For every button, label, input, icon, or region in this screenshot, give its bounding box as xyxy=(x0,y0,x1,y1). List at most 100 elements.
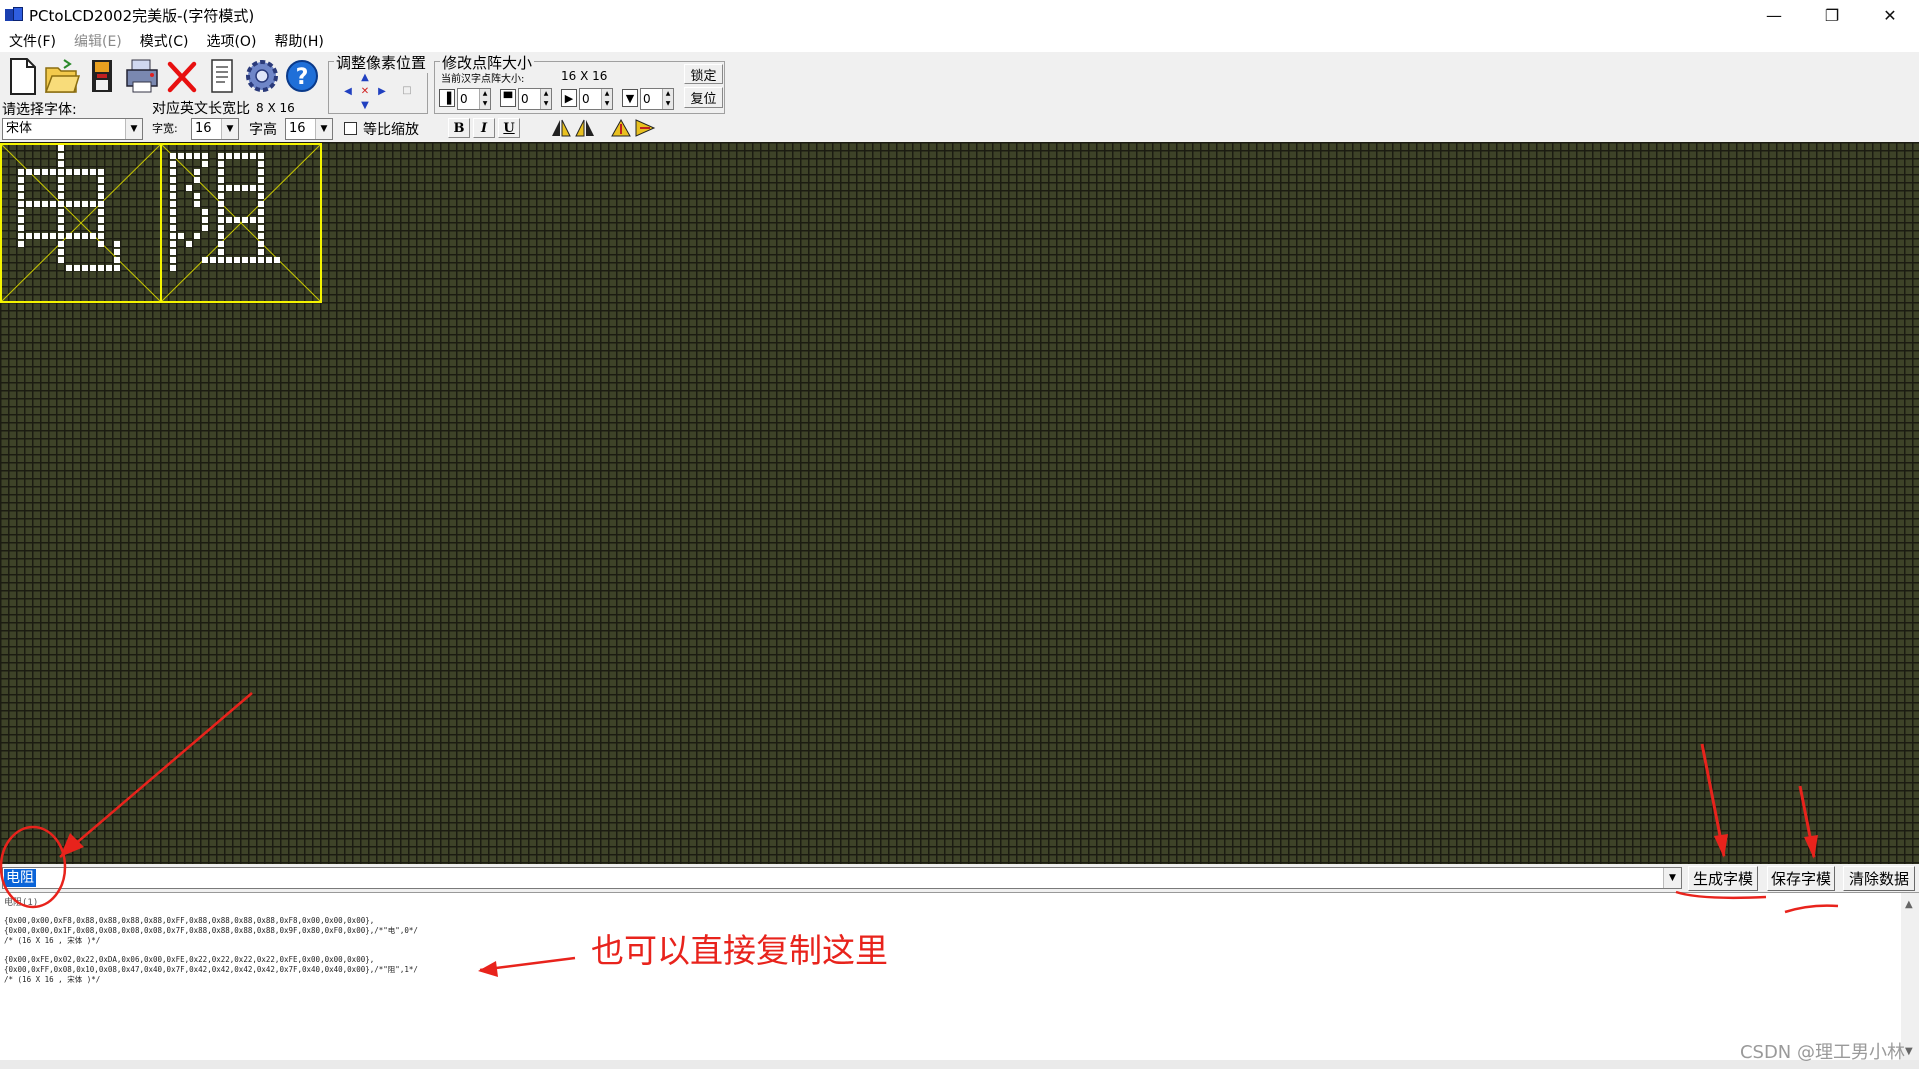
lit-pixel[interactable] xyxy=(170,201,176,207)
lit-pixel[interactable] xyxy=(98,241,104,247)
lit-pixel[interactable] xyxy=(18,193,24,199)
lit-pixel[interactable] xyxy=(42,233,48,239)
lit-pixel[interactable] xyxy=(258,241,264,247)
lit-pixel[interactable] xyxy=(58,209,64,215)
lit-pixel[interactable] xyxy=(234,153,240,159)
lit-pixel[interactable] xyxy=(258,209,264,215)
left-edge-spinner[interactable]: 0 ▲ ▼ xyxy=(457,88,491,110)
lit-pixel[interactable] xyxy=(194,233,200,239)
lit-pixel[interactable] xyxy=(114,257,120,263)
lit-pixel[interactable] xyxy=(234,185,240,191)
lit-pixel[interactable] xyxy=(242,257,248,263)
lit-pixel[interactable] xyxy=(26,169,32,175)
output-textarea[interactable]: 电阻(1) {0x00,0x00,0xF8,0x88,0x88,0x88,0x8… xyxy=(0,892,1919,1069)
lit-pixel[interactable] xyxy=(274,257,280,263)
invert-icon[interactable]: □ xyxy=(400,83,414,97)
lit-pixel[interactable] xyxy=(170,153,176,159)
lit-pixel[interactable] xyxy=(202,209,208,215)
shift-left-icon[interactable]: ◀ xyxy=(341,84,355,98)
menu-mode[interactable]: 模式(C) xyxy=(131,31,198,51)
lit-pixel[interactable] xyxy=(250,185,256,191)
rotate-icon[interactable] xyxy=(634,118,656,142)
lit-pixel[interactable] xyxy=(226,217,232,223)
settings-gear-icon[interactable] xyxy=(243,55,281,97)
lit-pixel[interactable] xyxy=(170,193,176,199)
lit-pixel[interactable] xyxy=(58,153,64,159)
lit-pixel[interactable] xyxy=(218,217,224,223)
lit-pixel[interactable] xyxy=(218,209,224,215)
lit-pixel[interactable] xyxy=(98,193,104,199)
lit-pixel[interactable] xyxy=(98,177,104,183)
lit-pixel[interactable] xyxy=(218,241,224,247)
minimize-button[interactable]: — xyxy=(1745,0,1803,30)
right-edge-spinner[interactable]: 0 ▲ ▼ xyxy=(579,88,613,110)
lit-pixel[interactable] xyxy=(194,193,200,199)
code-block-dian[interactable]: {0x00,0x00,0xF8,0x88,0x88,0x88,0x88,0xFF… xyxy=(4,916,418,946)
flip-vertical-icon[interactable] xyxy=(610,118,632,142)
lit-pixel[interactable] xyxy=(74,233,80,239)
selected-input-text[interactable]: 电阻 xyxy=(4,869,36,887)
flip-horizontal-alt-icon[interactable] xyxy=(574,118,596,142)
lit-pixel[interactable] xyxy=(58,145,64,151)
lit-pixel[interactable] xyxy=(58,241,64,247)
lit-pixel[interactable] xyxy=(82,169,88,175)
chevron-down-icon[interactable]: ▼ xyxy=(125,119,142,139)
lit-pixel[interactable] xyxy=(90,233,96,239)
dot-matrix-canvas[interactable] xyxy=(0,142,1919,864)
chevron-down-icon[interactable]: ▼ xyxy=(1663,868,1681,888)
lit-pixel[interactable] xyxy=(178,233,184,239)
lit-pixel[interactable] xyxy=(258,153,264,159)
lit-pixel[interactable] xyxy=(58,193,64,199)
lit-pixel[interactable] xyxy=(234,217,240,223)
lit-pixel[interactable] xyxy=(26,201,32,207)
shift-up-icon[interactable]: ▲ xyxy=(358,70,372,84)
lit-pixel[interactable] xyxy=(82,201,88,207)
lit-pixel[interactable] xyxy=(242,153,248,159)
lit-pixel[interactable] xyxy=(186,185,192,191)
lit-pixel[interactable] xyxy=(234,257,240,263)
lit-pixel[interactable] xyxy=(18,209,24,215)
lit-pixel[interactable] xyxy=(98,185,104,191)
lit-pixel[interactable] xyxy=(42,169,48,175)
lit-pixel[interactable] xyxy=(210,257,216,263)
lit-pixel[interactable] xyxy=(170,177,176,183)
top-edge-icon[interactable]: ▀ xyxy=(500,89,516,107)
lit-pixel[interactable] xyxy=(18,217,24,223)
lit-pixel[interactable] xyxy=(250,153,256,159)
chevron-down-icon[interactable]: ▼ xyxy=(315,119,332,139)
lit-pixel[interactable] xyxy=(114,249,120,255)
lit-pixel[interactable] xyxy=(18,177,24,183)
lit-pixel[interactable] xyxy=(170,241,176,247)
lit-pixel[interactable] xyxy=(66,169,72,175)
lit-pixel[interactable] xyxy=(90,201,96,207)
lit-pixel[interactable] xyxy=(18,233,24,239)
lit-pixel[interactable] xyxy=(170,233,176,239)
delete-x-icon[interactable] xyxy=(163,55,201,97)
lit-pixel[interactable] xyxy=(58,249,64,255)
lit-pixel[interactable] xyxy=(218,257,224,263)
lit-pixel[interactable] xyxy=(98,225,104,231)
lit-pixel[interactable] xyxy=(250,217,256,223)
lit-pixel[interactable] xyxy=(202,153,208,159)
lit-pixel[interactable] xyxy=(178,153,184,159)
scroll-up-icon[interactable]: ▲ xyxy=(1905,899,1913,910)
vertical-scrollbar[interactable]: ▲ ▼ xyxy=(1901,893,1919,1061)
lit-pixel[interactable] xyxy=(58,177,64,183)
open-folder-icon[interactable] xyxy=(43,55,81,97)
lit-pixel[interactable] xyxy=(258,169,264,175)
lit-pixel[interactable] xyxy=(202,217,208,223)
new-file-icon[interactable] xyxy=(3,55,41,97)
restore-button[interactable]: ❐ xyxy=(1803,0,1861,30)
lit-pixel[interactable] xyxy=(226,185,232,191)
lit-pixel[interactable] xyxy=(218,153,224,159)
lit-pixel[interactable] xyxy=(18,241,24,247)
menu-options[interactable]: 选项(O) xyxy=(197,31,265,51)
lit-pixel[interactable] xyxy=(98,265,104,271)
underline-button[interactable]: U xyxy=(498,118,520,138)
lit-pixel[interactable] xyxy=(90,265,96,271)
print-icon[interactable] xyxy=(123,55,161,97)
lit-pixel[interactable] xyxy=(58,201,64,207)
lit-pixel[interactable] xyxy=(194,153,200,159)
lit-pixel[interactable] xyxy=(34,201,40,207)
lit-pixel[interactable] xyxy=(114,241,120,247)
